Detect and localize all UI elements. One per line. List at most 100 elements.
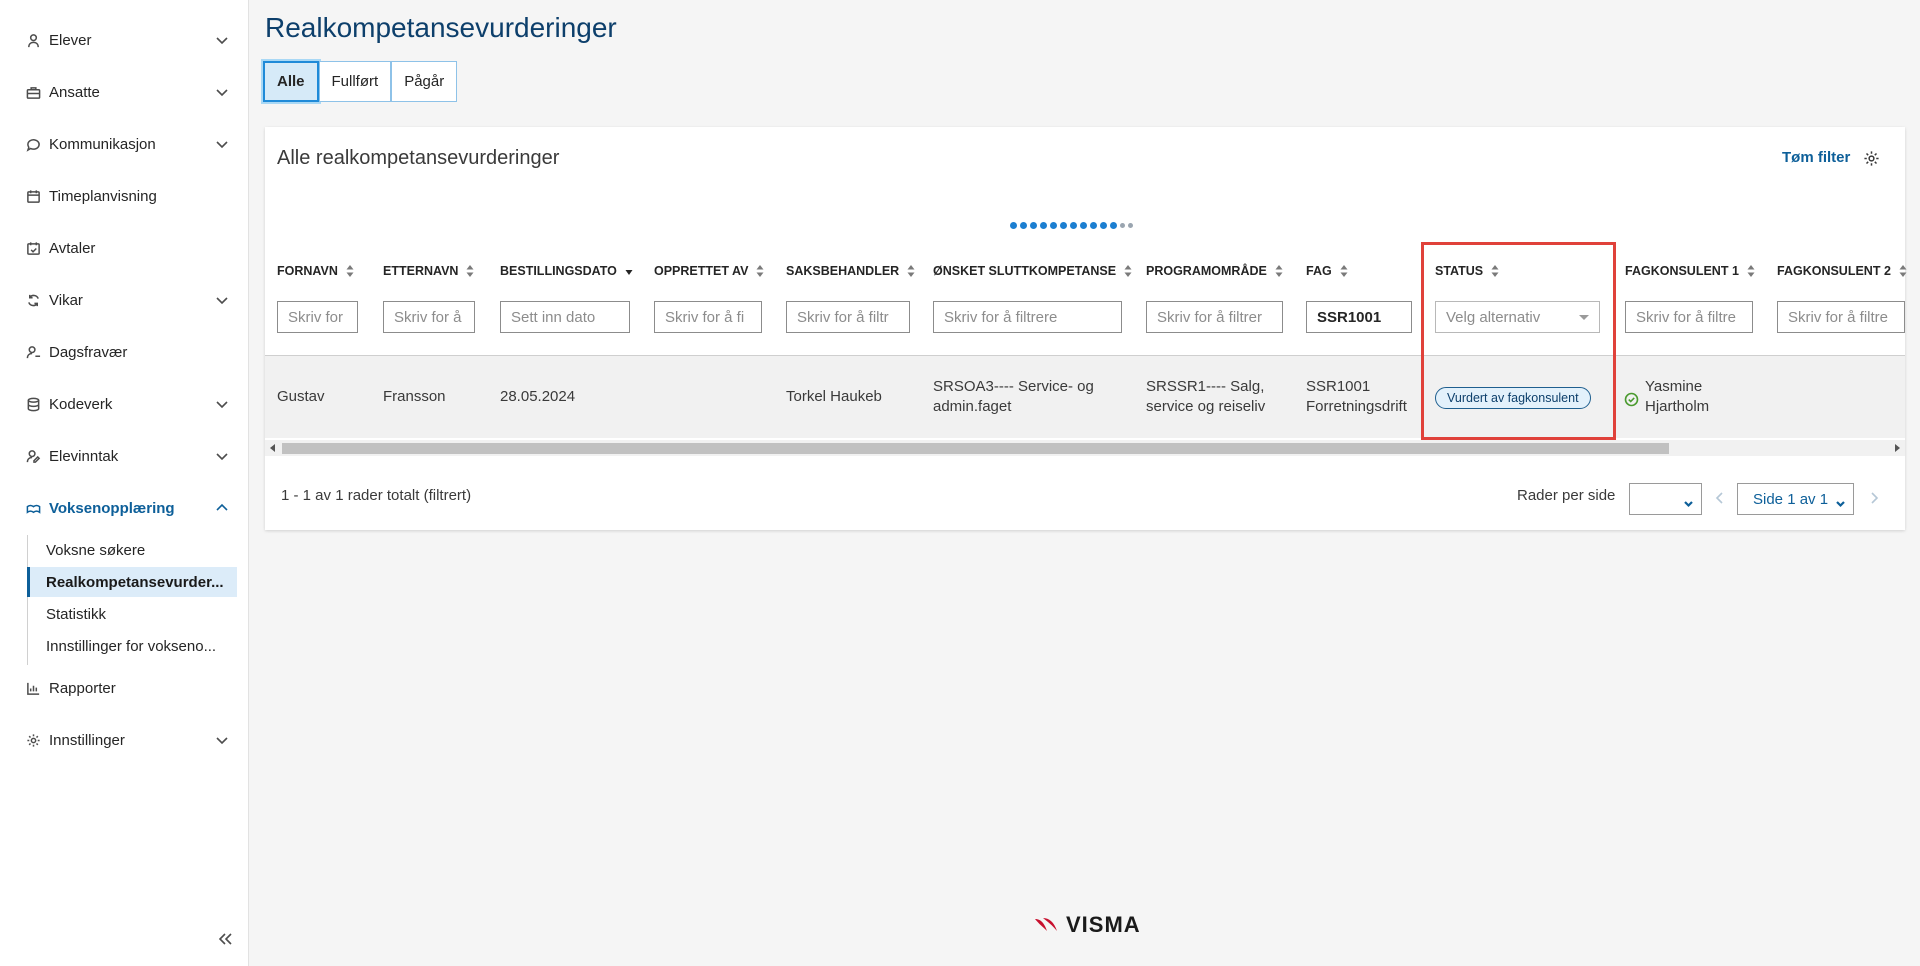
column-header-fornavn[interactable]: FORNAVN: [277, 264, 354, 278]
sidebar-item-kommunikasjon[interactable]: Kommunikasjon: [25, 129, 229, 159]
column-header-fag[interactable]: FAG: [1306, 264, 1348, 278]
filter-input-programomrade[interactable]: Skriv for å filtrer: [1146, 301, 1283, 333]
indicator-dot: [1040, 222, 1047, 229]
column-header-bestillingsdato[interactable]: BESTILLINGSDATO: [500, 264, 633, 278]
sidebar-item-label: Elever: [49, 31, 92, 49]
filter-input-bestillingsdato[interactable]: Sett inn dato: [500, 301, 630, 333]
scroll-left-arrow-icon[interactable]: [270, 444, 275, 452]
column-header-opprettet-av[interactable]: OPPRETTET AV: [654, 264, 764, 278]
indicator-dot: [1030, 222, 1037, 229]
chevron-up-icon[interactable]: [215, 501, 229, 515]
cell-fornavn: Gustav: [277, 388, 325, 405]
sort-icon[interactable]: [466, 264, 474, 278]
sidebar-item-rapporter[interactable]: Rapporter: [25, 673, 229, 703]
column-header-label: OPPRETTET AV: [654, 264, 749, 278]
segment-fullfort[interactable]: Fullført: [318, 61, 392, 102]
sidebar-item-timeplanvisning[interactable]: Timeplanvisning: [25, 181, 229, 211]
indicator-dot: [1100, 222, 1107, 229]
indicator-dot: [1050, 222, 1057, 229]
page-select-value: Side 1 av 1: [1753, 490, 1829, 508]
chevron-down-icon[interactable]: [215, 137, 229, 151]
sort-icon[interactable]: [1275, 264, 1283, 278]
sidebar-item-label: Timeplanvisning: [49, 187, 157, 205]
scroll-right-arrow-icon[interactable]: [1895, 444, 1900, 452]
status-segmented-control: Alle Fullført Pågår: [263, 61, 458, 102]
sort-icon[interactable]: [1340, 264, 1348, 278]
sidebar-item-elever[interactable]: Elever: [25, 25, 229, 55]
column-header-fagkonsulent-2[interactable]: FAGKONSULENT 2: [1777, 264, 1907, 278]
assessments-table-card: Alle realkompetansevurderinger Tøm filte…: [265, 127, 1907, 530]
sidebar-item-vikar[interactable]: Vikar: [25, 285, 229, 315]
sidebar-item-label: Vikar: [49, 291, 83, 309]
column-header-label: FORNAVN: [277, 264, 338, 278]
sidebar-item-kodeverk[interactable]: Kodeverk: [25, 389, 229, 419]
sort-desc-icon[interactable]: [625, 264, 633, 278]
segment-pagar[interactable]: Pågår: [391, 61, 458, 102]
subnav-item-statistikk[interactable]: Statistikk: [28, 599, 238, 629]
sidebar-item-label: Kommunikasjon: [49, 135, 156, 153]
filter-input-onsket-sluttkompetanse[interactable]: Skriv for å filtrere: [933, 301, 1122, 333]
indicator-dot: [1120, 223, 1125, 228]
sidebar-item-elevinntak[interactable]: Elevinntak: [25, 441, 229, 471]
sidebar-item-label: Elevinntak: [49, 447, 119, 465]
segment-alle[interactable]: Alle: [263, 61, 319, 102]
subnav-item-realkompetansevurderinger[interactable]: Realkompetansevurder...: [27, 567, 237, 597]
filter-input-opprettet-av[interactable]: Skriv for å fi: [654, 301, 762, 333]
sidebar: Elever Ansatte Kommunikasjon Timeplanvis…: [0, 0, 249, 966]
adult-education-icon: [25, 500, 41, 516]
indicator-dot: [1020, 222, 1027, 229]
column-header-onsket-sluttkompetanse[interactable]: ØNSKET SLUTTKOMPETANSE: [933, 264, 1132, 278]
filter-input-etternavn[interactable]: Skriv for å: [383, 301, 475, 333]
column-scroll-indicator[interactable]: [1010, 222, 1133, 229]
rows-total-text: 1 - 1 av 1 rader totalt (filtrert): [281, 487, 472, 504]
chevron-down-icon[interactable]: [215, 397, 229, 411]
collapse-sidebar-icon[interactable]: [216, 930, 236, 950]
check-circle-icon: [1624, 392, 1639, 407]
previous-page-icon[interactable]: [1714, 490, 1728, 506]
sort-icon[interactable]: [756, 264, 764, 278]
filter-input-saksbehandler[interactable]: Skriv for å filtr: [786, 301, 910, 333]
column-header-programomrade[interactable]: PROGRAMOMRÅDE: [1146, 264, 1283, 278]
gear-icon[interactable]: [1863, 150, 1881, 168]
subnav-item-voksne-sokere[interactable]: Voksne søkere: [28, 535, 238, 565]
gear-icon: [25, 732, 41, 748]
sidebar-item-voksenopplaering[interactable]: Voksenopplæring: [25, 493, 229, 523]
column-header-fagkonsulent-1[interactable]: FAGKONSULENT 1: [1625, 264, 1755, 278]
filter-input-fagkonsulent-2[interactable]: Skriv for å filtre: [1777, 301, 1905, 333]
chevron-down-icon: [1684, 495, 1693, 508]
clear-filter-link[interactable]: Tøm filter: [1782, 149, 1850, 166]
filter-input-fag[interactable]: SSR1001: [1306, 301, 1412, 333]
calendar-check-icon: [25, 240, 41, 256]
chevron-down-icon[interactable]: [215, 33, 229, 47]
subnav-item-innstillinger-voksenopplaering[interactable]: Innstillinger for vokseno...: [28, 631, 238, 661]
filter-input-fornavn[interactable]: Skriv for: [277, 301, 358, 333]
sidebar-item-dagsfravaer[interactable]: Dagsfravær: [25, 337, 229, 367]
sort-icon[interactable]: [346, 264, 354, 278]
column-header-saksbehandler[interactable]: SAKSBEHANDLER: [786, 264, 915, 278]
sort-icon[interactable]: [1747, 264, 1755, 278]
briefcase-icon: [25, 84, 41, 100]
database-icon: [25, 396, 41, 412]
sidebar-item-ansatte[interactable]: Ansatte: [25, 77, 229, 107]
sort-icon[interactable]: [907, 264, 915, 278]
filter-input-fagkonsulent-1[interactable]: Skriv for å filtre: [1625, 301, 1753, 333]
sidebar-item-innstillinger[interactable]: Innstillinger: [25, 725, 229, 755]
chevron-down-icon[interactable]: [215, 449, 229, 463]
sort-icon[interactable]: [1899, 264, 1907, 278]
page-select[interactable]: Side 1 av 1: [1737, 483, 1854, 515]
chevron-down-icon[interactable]: [215, 293, 229, 307]
column-header-label: FAGKONSULENT 2: [1777, 264, 1891, 278]
rows-per-page-select[interactable]: [1629, 483, 1702, 515]
sidebar-item-avtaler[interactable]: Avtaler: [25, 233, 229, 263]
chevron-down-icon[interactable]: [215, 85, 229, 99]
scrollbar-thumb[interactable]: [282, 443, 1669, 454]
sidebar-item-label: Voksenopplæring: [49, 499, 175, 517]
sort-icon[interactable]: [1124, 264, 1132, 278]
next-page-icon[interactable]: [1868, 490, 1882, 506]
sidebar-item-label: Rapporter: [49, 679, 116, 697]
chevron-down-icon: [1836, 495, 1845, 508]
chevron-down-icon[interactable]: [215, 733, 229, 747]
horizontal-scrollbar[interactable]: [265, 440, 1905, 456]
indicator-dot: [1070, 222, 1077, 229]
column-header-etternavn[interactable]: ETTERNAVN: [383, 264, 474, 278]
